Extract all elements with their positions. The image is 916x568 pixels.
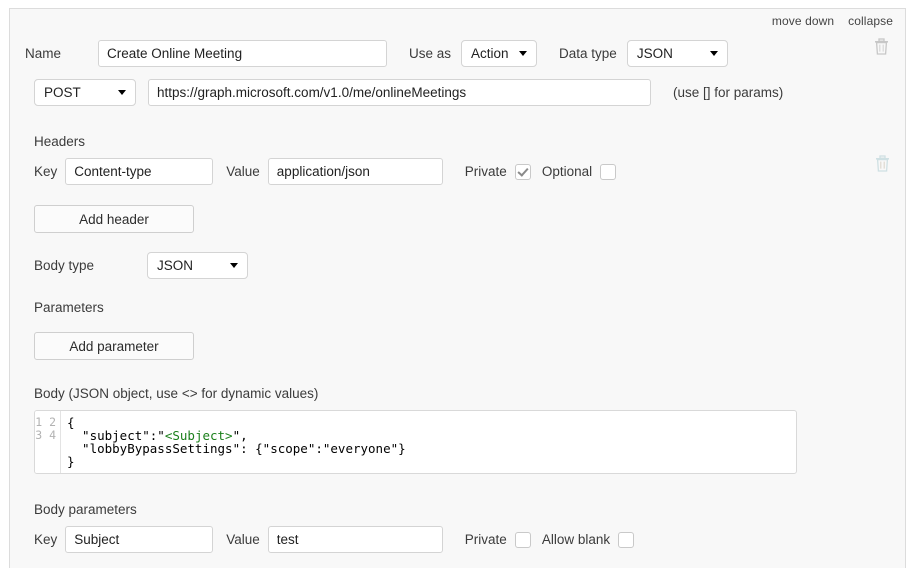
body-type-label: Body type (34, 258, 95, 273)
body-param-private-checkbox[interactable] (514, 531, 531, 548)
chevron-down-icon (118, 90, 126, 95)
body-param-allow-blank-checkbox[interactable] (618, 531, 635, 548)
body-code-editor[interactable]: 1 2 3 4 { "subject":"<Subject>", "lobbyB… (34, 410, 797, 474)
add-header-button[interactable]: Add header (34, 205, 194, 233)
use-as-select[interactable]: Action (461, 40, 538, 67)
delete-request-icon[interactable] (874, 38, 889, 55)
panel-actions: move down collapse (772, 14, 893, 28)
code-line-4: } (67, 454, 75, 469)
parameters-title: Parameters (34, 300, 104, 315)
body-type-row: Body type JSON (34, 252, 248, 279)
add-parameter-button[interactable]: Add parameter (34, 332, 194, 360)
url-hint: (use [] for params) (673, 85, 784, 100)
body-parameters-title: Body parameters (34, 502, 137, 517)
body-param-value-label: Value (226, 532, 260, 547)
header-optional-checkbox[interactable] (600, 163, 617, 180)
code-line-3: "lobbyBypassSettings": {"scope":"everyon… (67, 441, 406, 456)
body-param-private-label: Private (464, 532, 507, 547)
code-line-numbers: 1 2 3 4 (35, 411, 61, 473)
body-title: Body (JSON object, use <> for dynamic va… (34, 386, 319, 401)
header-row: Key Value Private Optional (34, 158, 617, 185)
name-row: Name Use as Action Data type JSON (25, 40, 728, 67)
body-param-key-label: Key (34, 532, 58, 547)
name-input[interactable] (98, 40, 387, 67)
move-down-link[interactable]: move down (772, 14, 834, 28)
body-parameter-row: Key Value Private Allow blank (34, 526, 635, 553)
data-type-label: Data type (559, 46, 617, 61)
header-value-input[interactable] (267, 158, 443, 185)
header-value-label: Value (226, 164, 260, 179)
request-row: POST (use [] for params) (34, 79, 783, 106)
header-optional-label: Optional (541, 164, 593, 179)
body-param-value-input[interactable] (267, 526, 443, 553)
body-param-allow-blank-label: Allow blank (541, 532, 611, 547)
header-key-input[interactable] (65, 158, 214, 185)
data-type-select[interactable]: JSON (626, 40, 728, 67)
http-method-value: POST (44, 85, 81, 100)
url-input[interactable] (148, 79, 651, 106)
header-private-checkbox[interactable] (514, 163, 531, 180)
chevron-down-icon (230, 263, 238, 268)
code-content[interactable]: { "subject":"<Subject>", "lobbyBypassSet… (61, 411, 796, 473)
body-type-value: JSON (157, 258, 194, 273)
chevron-down-icon (519, 51, 528, 56)
use-as-value: Action (471, 46, 509, 61)
chevron-down-icon (709, 51, 718, 56)
body-type-select[interactable]: JSON (147, 252, 248, 279)
delete-header-icon[interactable] (875, 155, 890, 172)
header-key-label: Key (34, 164, 58, 179)
header-private-label: Private (464, 164, 507, 179)
name-label: Name (25, 46, 62, 61)
headers-title: Headers (34, 134, 86, 149)
use-as-label: Use as (409, 46, 452, 61)
body-param-key-input[interactable] (65, 526, 214, 553)
http-method-select[interactable]: POST (34, 79, 136, 106)
collapse-link[interactable]: collapse (848, 14, 893, 28)
data-type-value: JSON (636, 46, 673, 61)
request-config-panel: move down collapse Name Use as Action Da… (9, 8, 906, 568)
